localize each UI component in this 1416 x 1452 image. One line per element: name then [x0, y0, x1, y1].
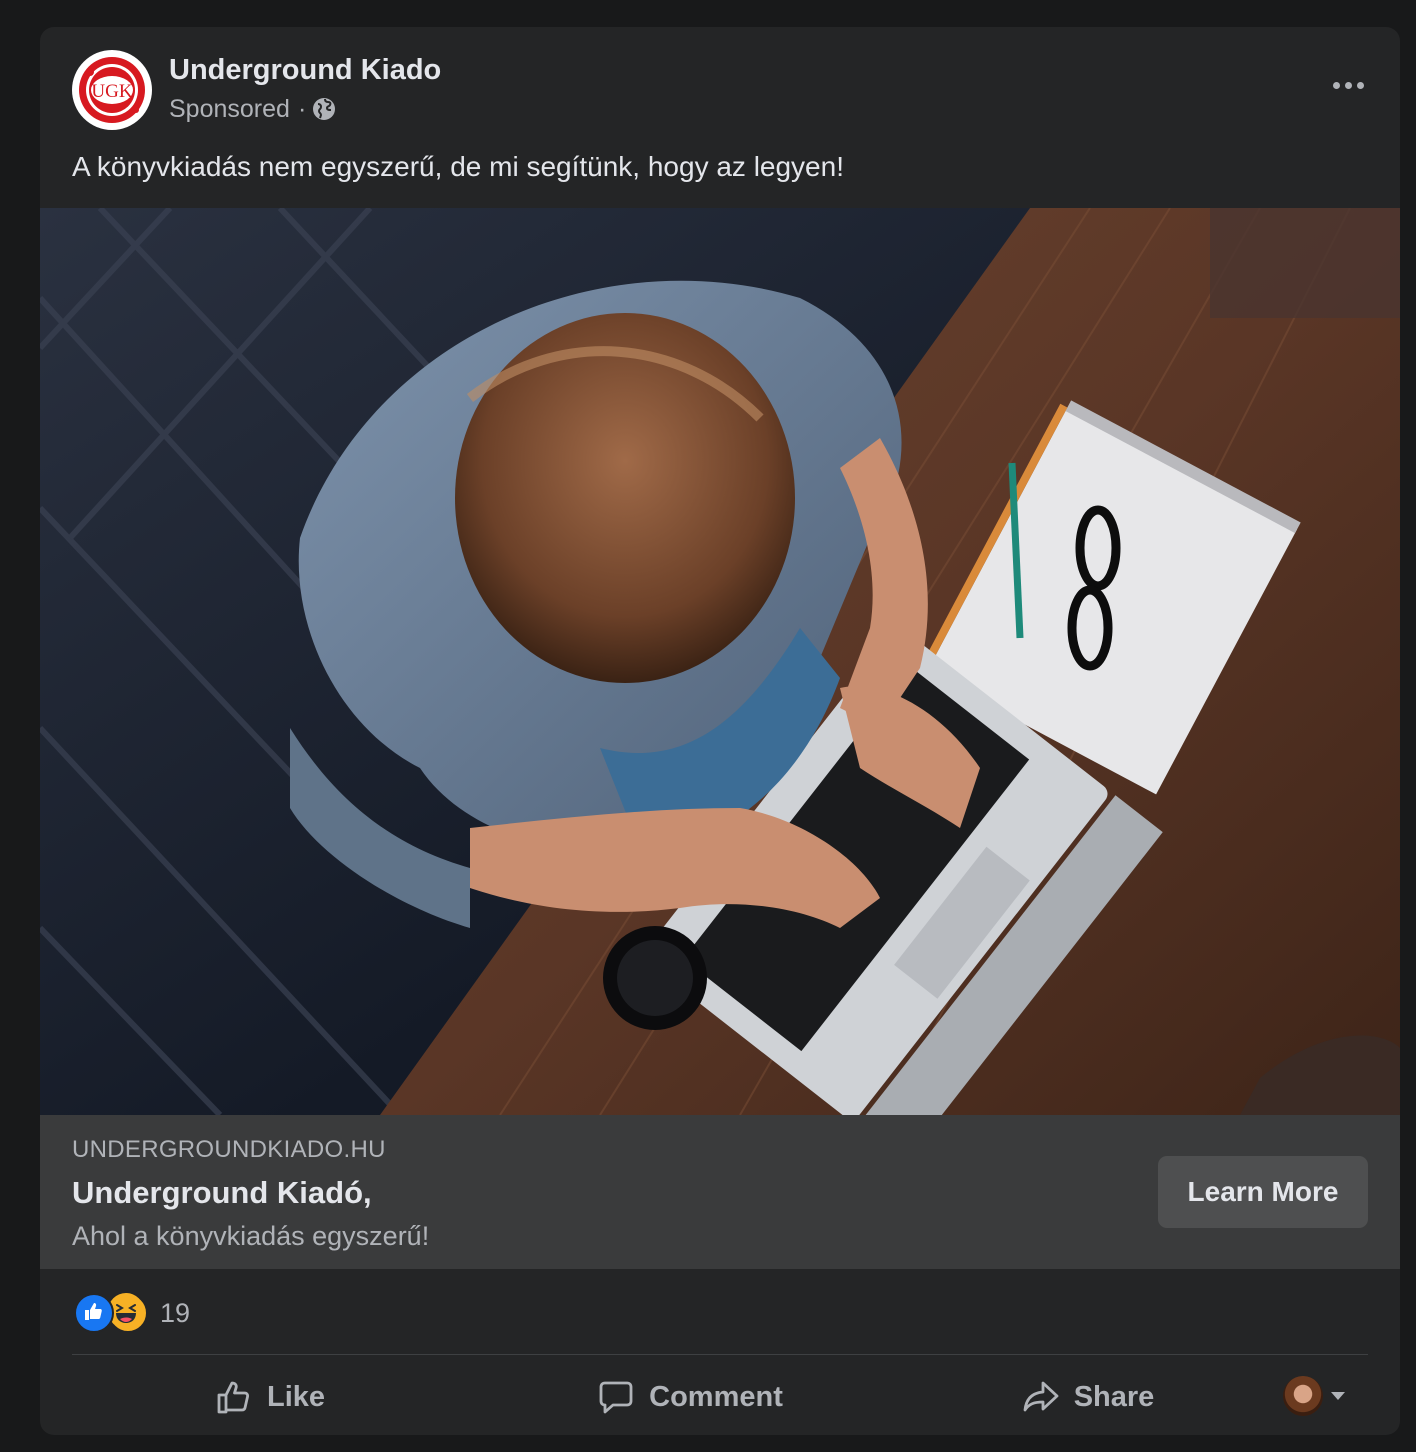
post-header: UGK Underground Kiado Sponsored · — [40, 27, 1400, 137]
link-title: Underground Kiadó, — [72, 1175, 372, 1210]
sponsored-post-card: UGK Underground Kiado Sponsored · A köny… — [40, 27, 1400, 1435]
avatar-text: UGK — [91, 81, 132, 102]
share-label: Share — [1073, 1380, 1155, 1413]
chevron-down-icon — [1331, 1392, 1345, 1400]
man-typing-on-laptop-photo — [40, 208, 1400, 1115]
more-options-icon[interactable] — [1324, 67, 1372, 103]
like-label: Like — [266, 1380, 326, 1413]
post-meta: Sponsored · — [169, 93, 336, 125]
globe-icon[interactable] — [312, 97, 336, 121]
post-actions: Like Comment Share — [40, 1367, 1400, 1427]
like-reaction-icon — [74, 1293, 114, 1333]
meta-separator: · — [297, 95, 307, 123]
comment-label: Comment — [649, 1380, 783, 1413]
like-button[interactable]: Like — [170, 1367, 370, 1427]
haha-reaction-icon — [108, 1293, 148, 1333]
thumbs-up-icon — [217, 1381, 250, 1414]
link-preview[interactable]: UNDERGROUNDKIADO.HU Underground Kiadó, A… — [40, 1115, 1400, 1269]
comment-button[interactable]: Comment — [560, 1367, 820, 1427]
learn-more-button[interactable]: Learn More — [1158, 1156, 1368, 1228]
share-arrow-icon — [1023, 1381, 1059, 1412]
action-divider — [72, 1354, 1368, 1355]
link-domain: UNDERGROUNDKIADO.HU — [72, 1136, 386, 1163]
reaction-summary[interactable]: 19 — [74, 1293, 190, 1333]
link-subtitle: Ahol a könyvkiadás egyszerű! — [72, 1221, 430, 1251]
profile-switcher[interactable] — [1283, 1376, 1345, 1416]
ad-image[interactable] — [40, 208, 1400, 1115]
page-avatar[interactable]: UGK — [72, 50, 152, 130]
sponsored-label[interactable]: Sponsored — [169, 93, 290, 125]
comment-bubble-icon — [599, 1381, 633, 1414]
ugk-logo: UGK — [79, 57, 145, 123]
page-name[interactable]: Underground Kiado — [169, 52, 441, 88]
share-button[interactable]: Share — [988, 1367, 1188, 1427]
post-text: A könyvkiadás nem egyszerű, de mi segítü… — [72, 151, 844, 182]
user-avatar — [1283, 1376, 1323, 1416]
reaction-count: 19 — [160, 1297, 191, 1328]
